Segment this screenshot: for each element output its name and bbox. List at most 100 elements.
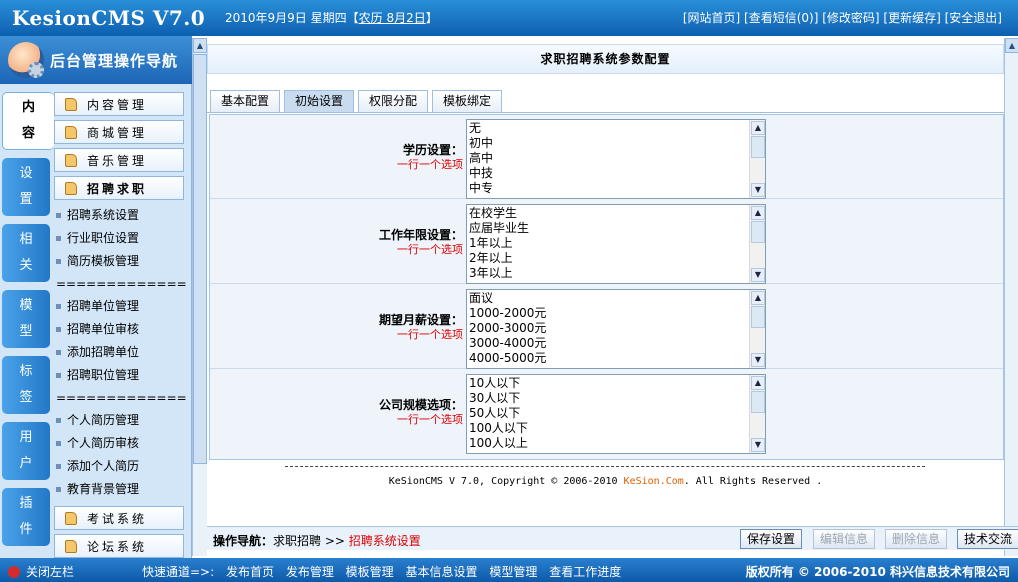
scroll-down-arrow-icon[interactable]: ▼ <box>751 183 765 197</box>
submenu-resume-templates[interactable]: 简历模板管理 <box>54 250 186 273</box>
menu-separator: ================== <box>56 391 186 405</box>
submenu-label: 教育背景管理 <box>67 482 140 496</box>
vtab-plugins[interactable]: 插件 <box>2 488 50 546</box>
scroll-thumb[interactable] <box>751 136 765 158</box>
main-scrollbar[interactable]: ▲ <box>1004 38 1018 556</box>
tab-divider <box>207 112 1004 113</box>
change-password-link[interactable]: [修改密码] <box>822 11 879 25</box>
menu-label: 商城管理 <box>87 125 148 140</box>
vtab-tags[interactable]: 标签 <box>2 356 50 414</box>
brand-link[interactable]: KeSion.Com <box>624 476 684 487</box>
scroll-up-arrow-icon[interactable]: ▲ <box>751 376 765 390</box>
experience-textarea[interactable]: 在校学生 应届毕业生 1年以上 2年以上 3年以上 ▲ ▼ <box>466 204 766 284</box>
messages-link[interactable]: [查看短信(0)] <box>744 11 818 25</box>
scroll-up-arrow-icon[interactable]: ▲ <box>751 121 765 135</box>
scroll-down-arrow-icon[interactable]: ▼ <box>751 353 765 367</box>
close-icon <box>8 566 20 578</box>
option-line: 1年以上 <box>469 236 513 250</box>
submenu-add-employer[interactable]: 添加招聘单位 <box>54 341 186 364</box>
scroll-thumb[interactable] <box>751 306 765 328</box>
date-display: 2010年9月9日 星期四【农历 8月2日】 <box>225 9 438 26</box>
quick-link-work-progress[interactable]: 查看工作进度 <box>549 565 621 579</box>
submenu-employer-review[interactable]: 招聘单位审核 <box>54 318 186 341</box>
salary-textarea[interactable]: 面议 1000-2000元 2000-3000元 3000-4000元 4000… <box>466 289 766 369</box>
vtab-related-bottom: 关 <box>19 258 33 273</box>
site-home-link[interactable]: [网站首页] <box>683 11 740 25</box>
submenu-education-management[interactable]: 教育背景管理 <box>54 478 186 501</box>
form-row-company-size: 公司规模选项： 一行一个选项 10人以下 30人以下 50人以下 100人以下 … <box>210 370 1003 454</box>
menu-content-management[interactable]: 内容管理 <box>54 92 184 116</box>
submenu-position-management[interactable]: 招聘职位管理 <box>54 364 186 387</box>
textarea-scrollbar[interactable]: ▲ ▼ <box>749 290 765 368</box>
menu-recruitment[interactable]: 招聘求职 <box>54 176 184 200</box>
form-row-education: 学历设置： 一行一个选项 无 初中 高中 中技 中专 ▲ ▼ <box>210 115 1003 199</box>
menu-mall-management[interactable]: 商城管理 <box>54 120 184 144</box>
submenu-resume-review[interactable]: 个人简历审核 <box>54 432 186 455</box>
tab-initial-settings[interactable]: 初始设置 <box>284 90 355 112</box>
scroll-thumb[interactable] <box>751 221 765 243</box>
gear-icon <box>28 62 44 78</box>
config-tabs: 基本配置 初始设置 权限分配 模板绑定 <box>210 90 506 112</box>
bullet-icon <box>56 236 61 241</box>
field-label: 期望月薪设置： 一行一个选项 <box>379 313 463 343</box>
lunar-date-link[interactable]: 农历 8月2日 <box>359 11 426 25</box>
vtab-model[interactable]: 模型 <box>2 290 50 348</box>
textarea-scrollbar[interactable]: ▲ ▼ <box>749 205 765 283</box>
menu-forum-system[interactable]: 论坛系统 <box>54 534 184 558</box>
scroll-up-arrow-icon[interactable]: ▲ <box>1005 38 1018 53</box>
company-size-textarea[interactable]: 10人以下 30人以下 50人以下 100人以下 100人以上 ▲ ▼ <box>466 374 766 454</box>
bullet-icon <box>56 464 61 469</box>
quick-link-basic-settings[interactable]: 基本信息设置 <box>406 565 478 579</box>
option-line: 50人以下 <box>469 406 521 420</box>
tab-permissions[interactable]: 权限分配 <box>358 90 429 112</box>
vtab-users[interactable]: 用户 <box>2 422 50 480</box>
scroll-down-arrow-icon[interactable]: ▼ <box>751 268 765 282</box>
save-settings-button[interactable]: 保存设置 <box>740 529 803 549</box>
edit-info-button[interactable]: 编辑信息 <box>813 529 876 549</box>
tab-template-binding[interactable]: 模板绑定 <box>432 90 503 112</box>
field-note: 一行一个选项 <box>397 243 463 256</box>
quick-link-template-management[interactable]: 模板管理 <box>346 565 394 579</box>
vtab-content-top: 内 <box>21 100 35 115</box>
scroll-thumb[interactable] <box>193 54 207 464</box>
submenu-recruit-settings[interactable]: 招聘系统设置 <box>54 204 186 227</box>
textarea-scrollbar[interactable]: ▲ ▼ <box>749 375 765 453</box>
scroll-up-arrow-icon[interactable]: ▲ <box>751 206 765 220</box>
field-label: 学历设置： 一行一个选项 <box>397 143 463 173</box>
submenu-resume-management[interactable]: 个人简历管理 <box>54 409 186 432</box>
scroll-down-arrow-icon[interactable]: ▼ <box>751 438 765 452</box>
quick-link-model-management[interactable]: 模型管理 <box>489 565 537 579</box>
left-scrollbar[interactable]: ▲ <box>192 38 207 556</box>
breadcrumb-parent[interactable]: 求职招聘 <box>273 534 321 548</box>
logout-link[interactable]: [安全退出] <box>945 11 1002 25</box>
textarea-scrollbar[interactable]: ▲ ▼ <box>749 120 765 198</box>
submenu-employer-management[interactable]: 招聘单位管理 <box>54 295 186 318</box>
scroll-up-arrow-icon[interactable]: ▲ <box>751 291 765 305</box>
menu-exam-system[interactable]: 考试系统 <box>54 506 184 530</box>
field-label: 公司规模选项： 一行一个选项 <box>379 398 463 428</box>
quick-links: 快速通道=>: 发布首页 发布管理 模板管理 基本信息设置 模型管理 查看工作进… <box>142 563 629 580</box>
hand-icon <box>65 181 77 195</box>
scroll-thumb[interactable] <box>751 391 765 413</box>
submenu-industry-positions[interactable]: 行业职位设置 <box>54 227 186 250</box>
vtab-related[interactable]: 相关 <box>2 224 50 282</box>
menu-column: 内容管理 商城管理 音乐管理 招聘求职 招聘系统设置 行业职位设置 简历模板管理… <box>54 92 186 562</box>
option-line: 2年以上 <box>469 251 513 265</box>
vtab-settings[interactable]: 设置 <box>2 158 50 216</box>
vtab-tags-top: 标 <box>19 364 33 379</box>
education-textarea[interactable]: 无 初中 高中 中技 中专 ▲ ▼ <box>466 119 766 199</box>
update-cache-link[interactable]: [更新缓存] <box>883 11 940 25</box>
submenu-add-resume[interactable]: 添加个人简历 <box>54 455 186 478</box>
scroll-up-arrow-icon[interactable]: ▲ <box>193 38 207 53</box>
vtab-content[interactable]: 内容 <box>2 92 54 150</box>
menu-music-management[interactable]: 音乐管理 <box>54 148 184 172</box>
nav-header: 后台管理操作导航 <box>0 36 192 84</box>
quick-link-publish-home[interactable]: 发布首页 <box>226 565 274 579</box>
quick-link-publish-management[interactable]: 发布管理 <box>286 565 334 579</box>
vtab-related-top: 相 <box>19 232 33 247</box>
date-text: 2010年9月9日 星期四【 <box>225 11 359 25</box>
close-left-panel-button[interactable]: 关闭左栏 <box>8 563 74 580</box>
tech-support-button[interactable]: 技术交流 <box>957 529 1018 549</box>
delete-info-button[interactable]: 删除信息 <box>885 529 948 549</box>
tab-basic-config[interactable]: 基本配置 <box>210 90 281 112</box>
